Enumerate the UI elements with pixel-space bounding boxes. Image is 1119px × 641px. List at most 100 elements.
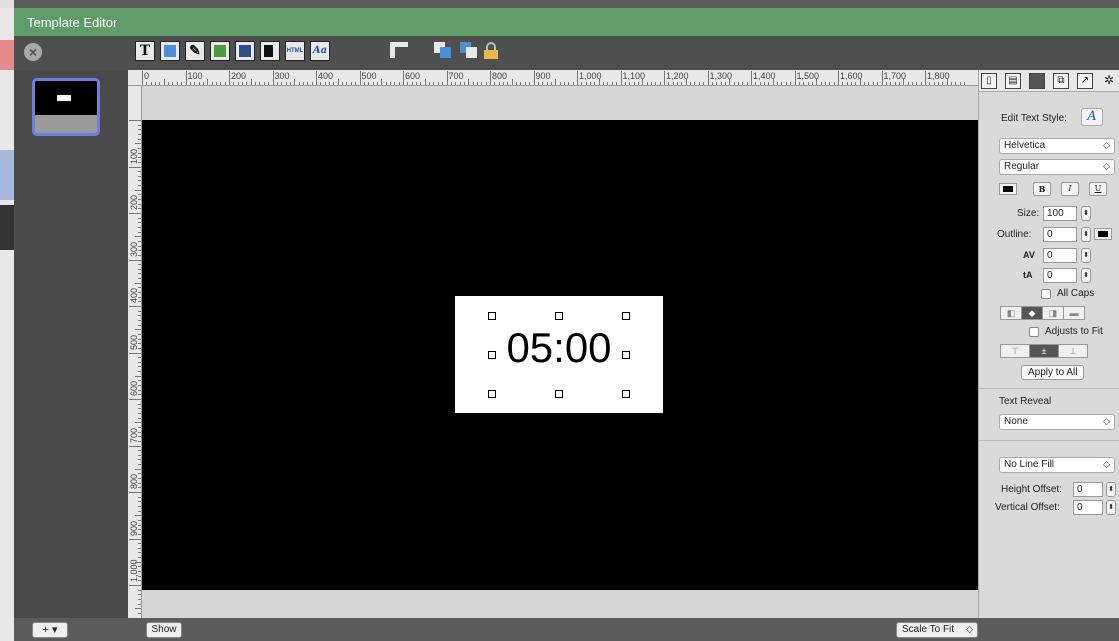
- media-tab-icon[interactable]: [1029, 73, 1045, 89]
- ruler-tick: [733, 82, 735, 85]
- italic-button[interactable]: I: [1061, 182, 1079, 196]
- effects-tab-icon[interactable]: ↗: [1077, 73, 1093, 89]
- ruler-tick: [559, 82, 561, 85]
- shape-tool-icon[interactable]: [160, 41, 180, 61]
- ruler-tick: [707, 71, 709, 85]
- resize-handle[interactable]: [622, 312, 630, 320]
- outline-label: Outline:: [997, 229, 1032, 240]
- resize-handle[interactable]: [555, 312, 563, 320]
- inspector-panel: ▯ ▤ ⧉ ↗ ✲ Edit Text Style: A Helvetica ◇ …: [978, 70, 1119, 618]
- ruler-tick: [181, 82, 183, 85]
- text-style-tool-icon[interactable]: Aa: [310, 41, 330, 61]
- apply-to-all-button[interactable]: Apply to All: [1021, 365, 1085, 380]
- ruler-tick: [955, 82, 957, 85]
- ruler-tick: [129, 492, 141, 493]
- ruler-tick: [476, 82, 478, 85]
- slide-tool-icon[interactable]: [235, 41, 255, 61]
- font-family-select[interactable]: Helvetica ◇: [999, 138, 1115, 154]
- ruler-tick: [446, 71, 448, 85]
- text-reveal-select[interactable]: None ◇: [999, 414, 1115, 430]
- ruler-tick: [555, 79, 557, 85]
- show-button[interactable]: Show: [146, 622, 182, 638]
- kerning-stepper[interactable]: ⬍: [1081, 248, 1091, 263]
- scale-select[interactable]: Scale To Fit ◇: [896, 622, 978, 638]
- resize-handle[interactable]: [488, 390, 496, 398]
- ruler-tick: [138, 575, 141, 577]
- all-caps-label: All Caps: [1057, 288, 1095, 299]
- resize-handle[interactable]: [622, 390, 630, 398]
- size-field[interactable]: 100: [1043, 206, 1077, 221]
- vertical-offset-field[interactable]: 0: [1073, 500, 1103, 515]
- pen-tool-icon[interactable]: ✎: [185, 41, 205, 61]
- ruler-tick: [138, 208, 141, 210]
- ruler-tick: [138, 273, 141, 275]
- ruler-tick: [577, 71, 578, 85]
- outline-stepper[interactable]: ⬍: [1081, 227, 1091, 242]
- align-middle-icon[interactable]: ±: [1029, 344, 1059, 358]
- resize-handle[interactable]: [488, 312, 496, 320]
- image-tool-icon[interactable]: [210, 41, 230, 61]
- ruler-tick: [620, 71, 622, 85]
- adjusts-to-fit-checkbox[interactable]: [1029, 327, 1039, 337]
- font-weight-select[interactable]: Regular ◇: [999, 159, 1115, 175]
- text-tab-icon[interactable]: ▤: [1005, 73, 1021, 89]
- crop-corner-icon[interactable]: [390, 42, 408, 58]
- slide-stage[interactable]: 05:00: [142, 120, 978, 590]
- send-backward-icon[interactable]: [460, 42, 478, 58]
- lock-icon[interactable]: [482, 42, 500, 60]
- all-caps-checkbox[interactable]: [1041, 289, 1051, 299]
- align-justify-icon[interactable]: ▬: [1063, 306, 1085, 320]
- ruler-tick: [129, 213, 141, 214]
- resize-handle[interactable]: [555, 390, 563, 398]
- ruler-tick: [442, 82, 444, 85]
- slide-thumbnail[interactable]: [32, 78, 100, 136]
- baseline-field[interactable]: 0: [1043, 268, 1077, 283]
- height-offset-field[interactable]: 0: [1073, 482, 1103, 497]
- ruler-tick: [138, 552, 141, 554]
- ruler-tick: [198, 82, 200, 85]
- ruler-tick: [138, 161, 141, 163]
- ruler-tick: [337, 79, 339, 85]
- gear-icon[interactable]: ✲: [1101, 73, 1117, 89]
- ruler-tick: [138, 589, 141, 591]
- document-tab-icon[interactable]: ▯: [981, 73, 997, 89]
- ruler-tick: [507, 82, 509, 85]
- bring-forward-icon[interactable]: [434, 42, 452, 58]
- ruler-label: 500: [361, 71, 377, 81]
- outline-field[interactable]: 0: [1043, 227, 1077, 242]
- height-offset-stepper[interactable]: ⬍: [1106, 482, 1116, 497]
- align-left-icon[interactable]: ◧: [1000, 306, 1022, 320]
- ruler-tick: [546, 82, 548, 85]
- size-stepper[interactable]: ⬍: [1081, 206, 1091, 221]
- underline-button[interactable]: U: [1089, 182, 1107, 196]
- layers-tab-icon[interactable]: ⧉: [1053, 73, 1069, 89]
- ruler-tick: [764, 82, 766, 85]
- ruler-tick: [138, 408, 141, 410]
- bold-button[interactable]: B: [1033, 182, 1051, 196]
- html-tool-icon[interactable]: HTML: [285, 41, 305, 61]
- ruler-tick: [472, 82, 474, 85]
- ruler-tick: [298, 82, 300, 85]
- align-bottom-icon[interactable]: ⊥: [1058, 344, 1088, 358]
- add-slide-button[interactable]: + ▾: [32, 622, 68, 638]
- align-right-icon[interactable]: ◨: [1042, 306, 1064, 320]
- kerning-field[interactable]: 0: [1043, 248, 1077, 263]
- ruler-tick: [135, 143, 141, 145]
- align-center-icon[interactable]: ◆: [1021, 306, 1043, 320]
- ruler-tick: [911, 82, 913, 85]
- close-icon[interactable]: ×: [24, 43, 42, 61]
- align-top-icon[interactable]: ⊤: [1000, 344, 1030, 358]
- baseline-stepper[interactable]: ⬍: [1081, 268, 1091, 283]
- ruler-tick: [138, 394, 141, 396]
- ruler-tick: [803, 82, 805, 85]
- vertical-offset-stepper[interactable]: ⬍: [1106, 500, 1116, 515]
- text-color-swatch[interactable]: [999, 183, 1017, 195]
- timer-text-box[interactable]: 05:00: [455, 296, 663, 413]
- ruler-tick: [138, 287, 141, 289]
- text-tool-icon[interactable]: T: [135, 41, 155, 61]
- outline-color-swatch[interactable]: [1094, 228, 1112, 240]
- edit-text-style-button[interactable]: A: [1081, 108, 1103, 126]
- ruler-tick: [138, 403, 141, 405]
- line-fill-select[interactable]: No Line Fill ◇: [999, 457, 1115, 473]
- video-tool-icon[interactable]: [260, 41, 280, 61]
